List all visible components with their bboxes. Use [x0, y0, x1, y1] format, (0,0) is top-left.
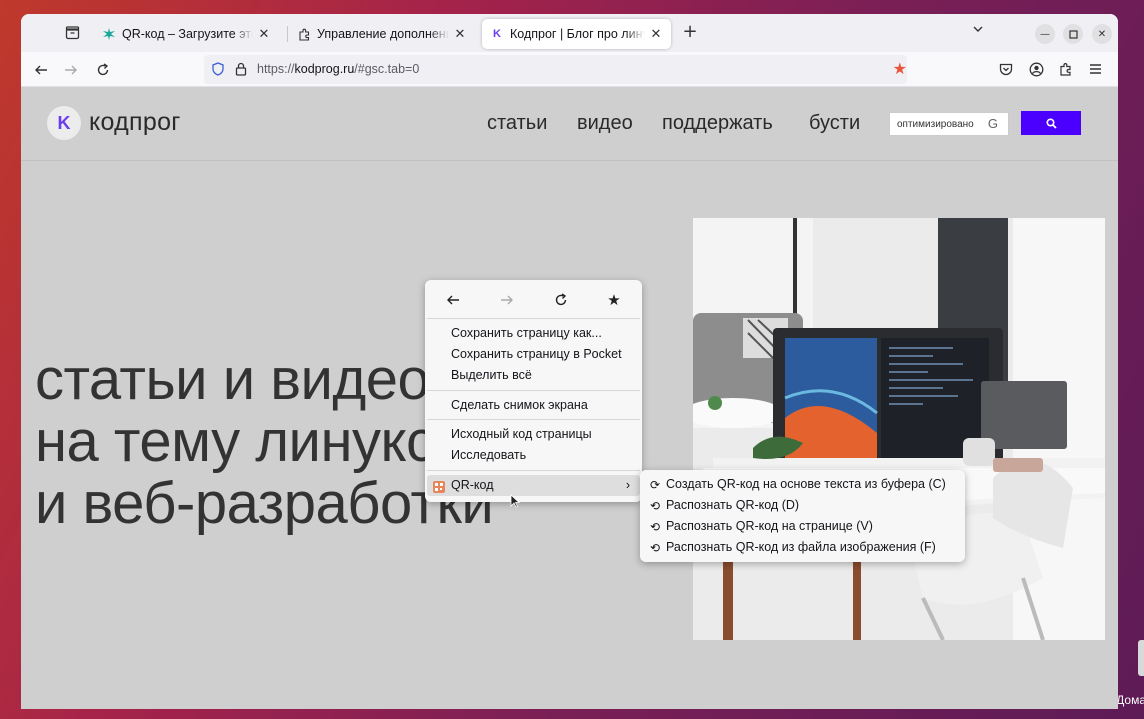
refresh-icon: ⟲	[650, 541, 661, 555]
menu-inspect[interactable]: Исследовать	[427, 445, 640, 466]
desktop-home-label[interactable]: Дома	[1116, 693, 1144, 707]
submenu-label: Распознать QR-код на странице (V)	[666, 519, 873, 533]
navigation-toolbar: https://kodprog.ru/#gsc.tab=0 ★	[21, 52, 1118, 87]
reload-icon[interactable]	[91, 58, 115, 82]
close-tab-icon[interactable]: ✕	[453, 26, 467, 42]
submenu-recognize-qr[interactable]: ⟲ Распознать QR-код (D)	[646, 495, 799, 515]
menu-take-screenshot[interactable]: Сделать снимок экрана	[427, 395, 640, 416]
tab-qr-extension[interactable]: QR-код – Загрузите это расширение ✕	[94, 19, 279, 49]
nav-boosty[interactable]: бусти	[809, 112, 860, 135]
submenu-create-qr-from-clipboard[interactable]: ⟳ Создать QR-код на основе текста из буф…	[646, 474, 946, 494]
refresh-icon: ⟲	[650, 520, 661, 534]
menu-separator	[427, 318, 640, 319]
bookmark-star-icon[interactable]: ★	[604, 290, 624, 310]
submenu-recognize-qr-on-page[interactable]: ⟲ Распознать QR-код на странице (V)	[646, 516, 873, 536]
puzzle-icon	[297, 27, 311, 41]
new-tab-icon[interactable]: +	[679, 22, 701, 44]
qr-submenu: ⟳ Создать QR-код на основе текста из буф…	[640, 470, 965, 562]
account-icon[interactable]	[1027, 60, 1045, 78]
menu-separator	[427, 390, 640, 391]
search-placeholder: оптимизировано	[897, 119, 974, 130]
tab-bar: QR-код – Загрузите это расширение ✕ Упра…	[21, 14, 1118, 52]
submenu-label: Распознать QR-код (D)	[666, 498, 800, 512]
tab-title: Кодпрог | Блог про линукс	[510, 27, 645, 41]
menu-view-source[interactable]: Исходный код страницы	[427, 424, 640, 445]
google-g-icon: G	[987, 116, 998, 131]
menu-save-to-pocket[interactable]: Сохранить страницу в Pocket	[427, 344, 640, 365]
url-scheme: https://	[257, 62, 295, 76]
pocket-icon[interactable]	[997, 60, 1015, 78]
chevron-down-icon[interactable]	[972, 23, 984, 38]
close-tab-icon[interactable]: ✕	[649, 26, 663, 42]
site-header: K кодпрог статьи видео поддержать бусти …	[21, 87, 1118, 161]
tab-title: Управление дополнениями	[317, 27, 449, 41]
url-text[interactable]: https://kodprog.ru/#gsc.tab=0	[257, 62, 419, 76]
back-icon[interactable]	[443, 290, 463, 310]
maximize-icon[interactable]	[1063, 24, 1083, 44]
submenu-label: Распознать QR-код из файла изображения (…	[666, 540, 936, 554]
close-window-icon[interactable]: ✕	[1092, 24, 1112, 44]
site-logo[interactable]: K	[47, 106, 81, 140]
submenu-label: Создать QR-код на основе текста из буфер…	[666, 477, 946, 491]
url-path: /#gsc.tab=0	[354, 62, 420, 76]
menu-qr-code[interactable]: QR-код ›	[427, 475, 640, 496]
menu-select-all[interactable]: Выделить всё	[427, 365, 640, 386]
browser-window: QR-код – Загрузите это расширение ✕ Упра…	[21, 14, 1118, 709]
search-icon	[1045, 114, 1057, 133]
submenu-recognize-qr-from-file[interactable]: ⟲ Распознать QR-код из файла изображения…	[646, 537, 936, 557]
chevron-right-icon: ›	[625, 478, 630, 492]
dock-handle[interactable]	[1138, 640, 1144, 676]
tab-title: QR-код – Загрузите это расширение	[122, 27, 253, 41]
context-nav-row: ★	[425, 280, 642, 318]
menu-save-page-as[interactable]: Сохранить страницу как...	[427, 323, 640, 344]
extensions-icon[interactable]	[1057, 60, 1075, 78]
hero-workspace-image	[693, 218, 1105, 640]
url-bar[interactable]: https://kodprog.ru/#gsc.tab=0 ★	[204, 55, 907, 84]
context-menu: ★ Сохранить страницу как... Сохранить ст…	[425, 280, 642, 502]
menu-qr-code-label: QR-код	[451, 478, 494, 492]
search-button[interactable]	[1021, 111, 1081, 135]
url-host: kodprog.ru	[294, 62, 355, 76]
nav-articles[interactable]: статьи	[487, 112, 547, 135]
refresh-icon: ⟳	[650, 478, 661, 492]
hamburger-menu-icon[interactable]	[1086, 60, 1104, 78]
tab-list-icon[interactable]	[61, 23, 83, 43]
back-icon[interactable]	[29, 58, 53, 82]
shield-icon[interactable]	[210, 61, 226, 77]
minimize-icon[interactable]: —	[1035, 24, 1055, 44]
tab-addons-manager[interactable]: Управление дополнениями ✕	[289, 19, 475, 49]
kodprog-favicon-icon: K	[493, 28, 501, 40]
close-tab-icon[interactable]: ✕	[257, 26, 271, 42]
lock-icon[interactable]	[233, 61, 249, 77]
nav-video[interactable]: видео	[577, 112, 633, 135]
menu-separator	[427, 419, 640, 420]
search-input[interactable]: оптимизировано G	[889, 112, 1009, 136]
menu-separator	[427, 470, 640, 471]
refresh-icon: ⟲	[650, 499, 661, 513]
bookmark-star-icon[interactable]: ★	[893, 59, 907, 78]
nav-support[interactable]: поддержать	[662, 112, 773, 135]
forward-icon[interactable]	[59, 58, 83, 82]
puzzle-green-icon	[102, 27, 116, 41]
tab-kodprog[interactable]: K Кодпрог | Блог про линукс ✕	[482, 19, 671, 49]
qr-extension-icon	[433, 479, 445, 500]
forward-icon[interactable]	[497, 290, 517, 310]
tab-divider	[287, 26, 288, 42]
site-logo-text[interactable]: кодпрог	[89, 108, 181, 137]
reload-icon[interactable]	[551, 290, 571, 310]
mouse-pointer-icon	[510, 493, 521, 512]
